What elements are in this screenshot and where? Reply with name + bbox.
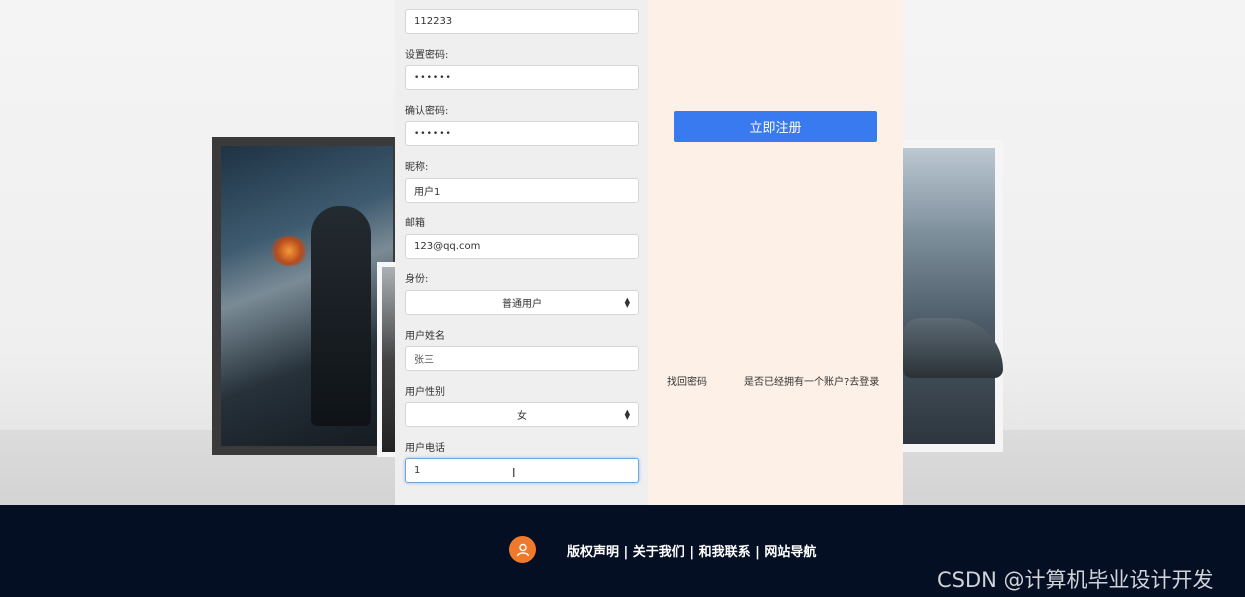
account-value: 112233	[414, 16, 453, 27]
footer-links[interactable]: 版权声明 | 关于我们 | 和我联系 | 网站导航	[567, 541, 816, 560]
select-arrows-icon: ▲ ▼	[624, 408, 630, 421]
password-input[interactable]: ••••••	[405, 65, 639, 90]
text-cursor-icon: I	[512, 466, 516, 480]
account-input[interactable]: 112233	[405, 9, 639, 34]
airship-art	[903, 318, 1003, 378]
confirm-password-value: ••••••	[414, 128, 452, 139]
explosion-art	[269, 236, 309, 266]
poster-frame-left	[212, 137, 402, 455]
identity-selected: 普通用户	[502, 299, 542, 310]
phone-label: 用户电话	[405, 443, 445, 454]
password-value: ••••••	[414, 72, 452, 83]
poster-frame-right	[895, 140, 1003, 452]
nickname-value: 用户1	[414, 187, 441, 198]
soldier-figure-art	[311, 206, 371, 426]
nickname-input[interactable]: 用户1	[405, 178, 639, 203]
identity-select[interactable]: 普通用户 ▲ ▼	[405, 290, 639, 315]
register-button[interactable]: 立即注册	[674, 111, 877, 142]
footer: 版权声明 | 关于我们 | 和我联系 | 网站导航 CSDN @计算机毕业设计开…	[0, 505, 1245, 597]
confirm-password-input[interactable]: ••••••	[405, 121, 639, 146]
email-label: 邮箱	[405, 218, 425, 229]
watermark: CSDN @计算机毕业设计开发	[937, 568, 1214, 592]
confirm-password-label: 确认密码:	[405, 106, 449, 117]
password-label: 设置密码:	[405, 50, 449, 61]
phone-value: 1	[414, 465, 421, 476]
login-link[interactable]: 是否已经拥有一个账户?去登录	[744, 373, 879, 388]
gender-select[interactable]: 女 ▲ ▼	[405, 402, 639, 427]
realname-label: 用户姓名	[405, 331, 445, 342]
gender-selected: 女	[517, 411, 527, 422]
gender-label: 用户性别	[405, 387, 445, 398]
forgot-password-link[interactable]: 找回密码	[667, 373, 707, 388]
identity-label: 身份:	[405, 274, 429, 285]
email-input[interactable]: 123@qq.com	[405, 234, 639, 259]
user-icon	[509, 536, 536, 563]
register-form-panel: 112233 设置密码: •••••• 确认密码: •••••• 昵称: 用户1…	[395, 0, 648, 505]
nickname-label: 昵称:	[405, 162, 429, 173]
realname-placeholder: 张三	[414, 355, 434, 366]
phone-input[interactable]: 1	[405, 458, 639, 483]
realname-input[interactable]: 张三	[405, 346, 639, 371]
register-action-panel: 立即注册 找回密码 是否已经拥有一个账户?去登录	[648, 0, 903, 505]
select-arrows-icon: ▲ ▼	[624, 296, 630, 309]
email-value: 123@qq.com	[414, 241, 481, 252]
